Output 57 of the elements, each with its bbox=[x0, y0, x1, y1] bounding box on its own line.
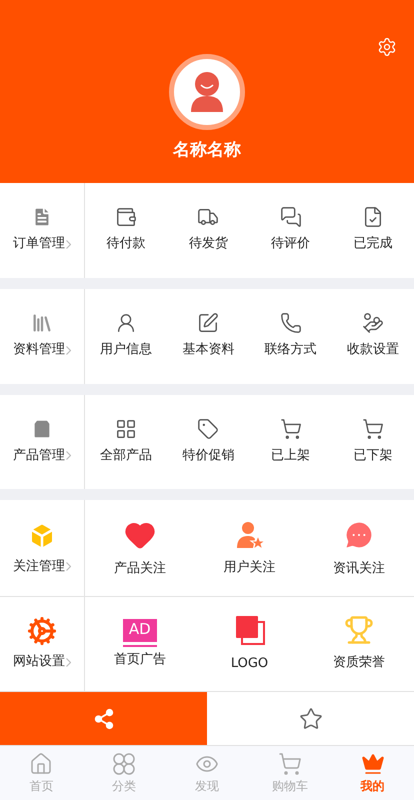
grid-icon bbox=[115, 418, 138, 440]
settings-button[interactable] bbox=[377, 37, 397, 57]
menu-item[interactable]: 收款设置 bbox=[332, 288, 414, 384]
crown-icon bbox=[360, 752, 385, 776]
section-title: 资料管理 bbox=[13, 341, 65, 360]
section-title: 产品管理 bbox=[13, 447, 65, 466]
squares-icon bbox=[234, 614, 266, 646]
section-title: 订单管理 bbox=[13, 235, 65, 254]
section-header[interactable]: 订单管理 bbox=[0, 182, 85, 278]
menu-item[interactable]: 用户信息 bbox=[85, 288, 168, 384]
menu-item[interactable]: 用户关注 bbox=[194, 500, 304, 596]
coins-icon bbox=[362, 312, 384, 334]
menu-item[interactable]: 全部产品 bbox=[85, 394, 168, 490]
user-name: 名称名称 bbox=[173, 139, 241, 162]
section-header[interactable]: 产品管理 bbox=[0, 394, 85, 490]
menu-item[interactable]: 已上架 bbox=[250, 394, 332, 490]
menu-item[interactable]: 产品关注 bbox=[85, 500, 195, 596]
chevron-icon bbox=[66, 240, 71, 249]
menu-item[interactable]: 基本资料 bbox=[167, 288, 250, 384]
menu-item[interactable]: AD 首页广告 bbox=[85, 597, 195, 692]
chevron-icon bbox=[66, 451, 71, 460]
chat-icon bbox=[280, 206, 302, 228]
books-icon bbox=[31, 312, 53, 334]
section-header[interactable]: 网站设置 bbox=[0, 597, 85, 692]
clover-icon bbox=[112, 752, 136, 776]
cart-icon bbox=[362, 418, 384, 440]
edit-icon bbox=[197, 312, 220, 334]
trophy-icon bbox=[344, 615, 374, 646]
cart-icon bbox=[280, 418, 302, 440]
chevron-icon bbox=[66, 562, 71, 571]
chevron-icon bbox=[66, 346, 71, 355]
phone-icon bbox=[280, 312, 302, 334]
user-star-icon bbox=[234, 520, 264, 550]
gear-icon bbox=[27, 616, 57, 646]
menu-item[interactable]: 联络方式 bbox=[250, 288, 332, 384]
menu-item[interactable]: LOGO bbox=[194, 597, 304, 692]
chevron-icon bbox=[66, 658, 71, 667]
settings-icon bbox=[377, 37, 397, 57]
menu-item[interactable]: 资讯关注 bbox=[304, 500, 414, 596]
share-icon bbox=[92, 708, 114, 730]
menu-item[interactable]: 已下架 bbox=[332, 394, 414, 490]
cart-icon bbox=[278, 752, 302, 776]
section-title: 关注管理 bbox=[13, 558, 65, 576]
section-header[interactable]: 资料管理 bbox=[0, 288, 85, 384]
wallet-icon bbox=[115, 206, 138, 228]
share-button[interactable] bbox=[0, 692, 207, 746]
section-title: 网站设置 bbox=[13, 653, 65, 672]
star-icon bbox=[298, 706, 322, 731]
section-header[interactable]: 关注管理 bbox=[0, 500, 85, 596]
menu-item[interactable]: 资质荣誉 bbox=[304, 597, 414, 692]
menu-item[interactable]: 待发货 bbox=[167, 182, 250, 278]
tag-icon bbox=[197, 418, 220, 440]
menu-item[interactable]: 特价促销 bbox=[167, 394, 250, 490]
menu-item[interactable]: 待付款 bbox=[85, 182, 168, 278]
menu-item[interactable]: 待评价 bbox=[250, 182, 332, 278]
menu-item[interactable]: 已完成 bbox=[332, 182, 414, 278]
home-icon bbox=[29, 752, 54, 776]
